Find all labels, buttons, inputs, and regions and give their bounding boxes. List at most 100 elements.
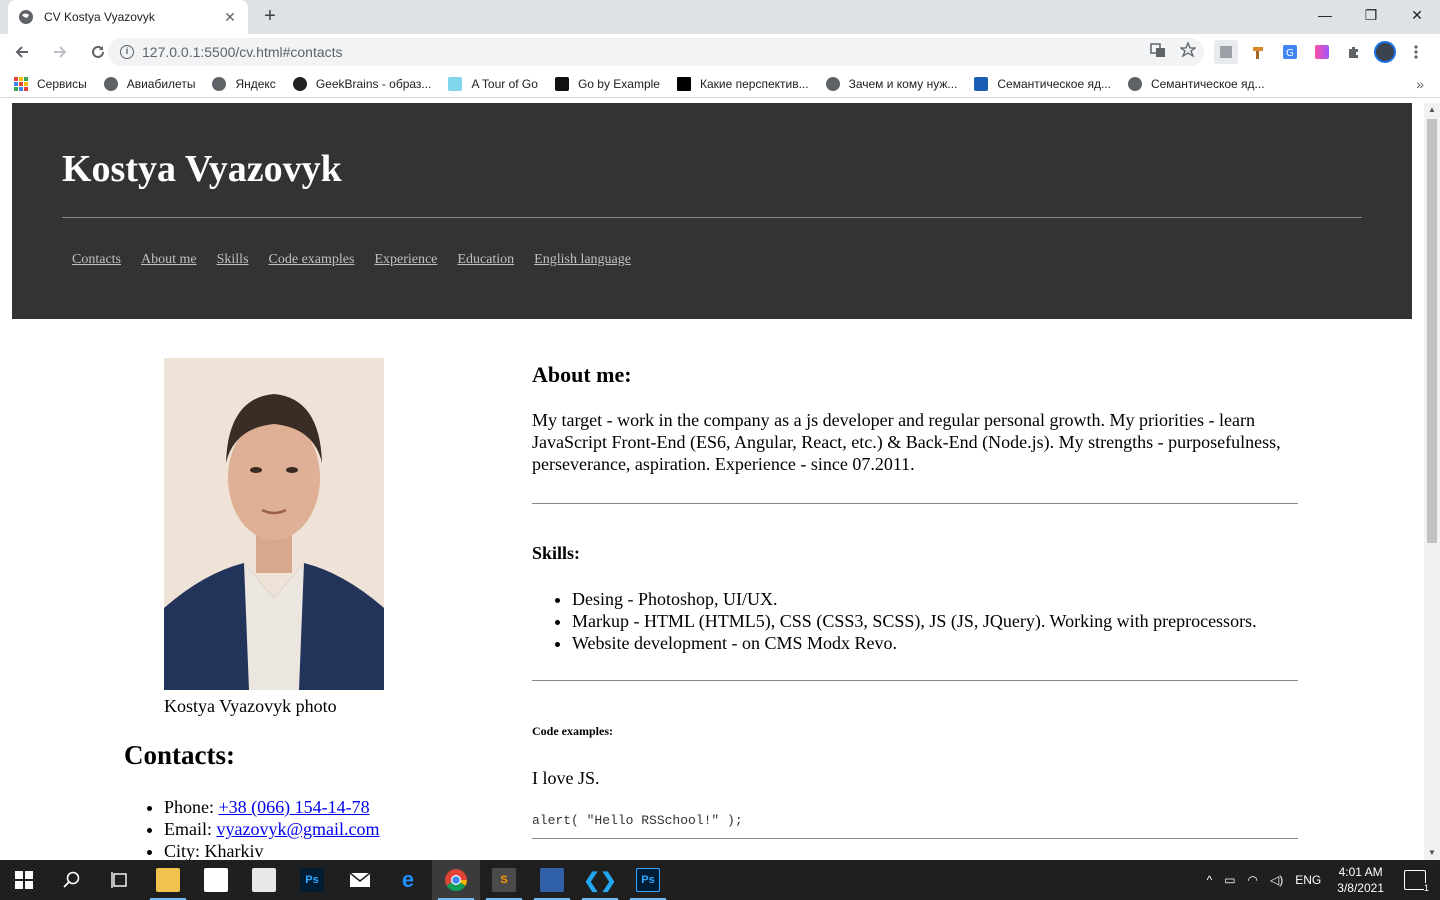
taskbar-mail[interactable] bbox=[336, 860, 384, 900]
apps-grid-icon bbox=[14, 76, 28, 91]
translate-icon[interactable] bbox=[1150, 42, 1166, 61]
taskbar-vscode[interactable]: ❮❯ bbox=[576, 860, 624, 900]
globe-icon bbox=[212, 76, 227, 91]
scroll-down-arrow-icon[interactable]: ▼ bbox=[1424, 846, 1440, 860]
globe-icon bbox=[18, 9, 34, 25]
photoshop-icon: Ps bbox=[636, 868, 660, 892]
taskbar-edge[interactable]: e bbox=[384, 860, 432, 900]
list-item: Email: vyazovyk@gmail.com bbox=[164, 818, 380, 840]
nav-link-skills[interactable]: Skills bbox=[217, 252, 249, 268]
nav-link-english[interactable]: English language bbox=[534, 252, 631, 268]
minimize-button[interactable]: — bbox=[1302, 0, 1348, 30]
close-window-button[interactable]: ✕ bbox=[1394, 0, 1440, 30]
tray-wifi-icon[interactable]: ◠ bbox=[1248, 873, 1258, 887]
tab-close-icon[interactable]: ✕ bbox=[222, 9, 238, 26]
extensions-puzzle-icon[interactable] bbox=[1342, 40, 1366, 64]
page-scrollbar[interactable]: ▲ ▼ bbox=[1424, 103, 1440, 860]
extension-translate-icon[interactable]: G bbox=[1278, 40, 1302, 64]
window-controls: — ❐ ✕ bbox=[1302, 0, 1440, 30]
taskbar-store[interactable] bbox=[192, 860, 240, 900]
nav-link-education[interactable]: Education bbox=[457, 252, 514, 268]
taskbar-calculator[interactable] bbox=[240, 860, 288, 900]
profile-avatar[interactable] bbox=[1374, 41, 1396, 63]
edge-icon: e bbox=[401, 867, 415, 892]
scrollbar-thumb[interactable] bbox=[1427, 119, 1437, 543]
folder-icon bbox=[156, 868, 180, 892]
floppy-disk-icon bbox=[540, 868, 564, 892]
list-item: City: Kharkiv bbox=[164, 840, 380, 860]
dou-icon bbox=[676, 76, 691, 91]
back-button[interactable] bbox=[6, 36, 38, 68]
nav-link-experience[interactable]: Experience bbox=[374, 252, 437, 268]
skills-heading: Skills: bbox=[532, 543, 581, 563]
address-bar[interactable]: i 127.0.0.1:5500/cv.html#contacts bbox=[108, 38, 1204, 66]
start-button[interactable] bbox=[0, 860, 48, 900]
new-tab-button[interactable]: + bbox=[258, 5, 282, 29]
city-label: City: bbox=[164, 841, 205, 860]
taskbar-photoshop-1[interactable]: Ps bbox=[288, 860, 336, 900]
tray-clock[interactable]: 4:01 AM 3/8/2021 bbox=[1337, 864, 1384, 896]
tray-volume-icon[interactable]: ◁) bbox=[1270, 873, 1283, 887]
search-button[interactable] bbox=[48, 860, 96, 900]
bookmarks-more-button[interactable]: » bbox=[1416, 76, 1424, 92]
contacts-list: Phone: +38 (066) 154-14-78 Email: vyazov… bbox=[164, 796, 380, 860]
forward-button[interactable] bbox=[44, 36, 76, 68]
extension-color-icon[interactable] bbox=[1310, 40, 1334, 64]
taskbar-chrome[interactable] bbox=[432, 860, 480, 900]
phone-link[interactable]: +38 (066) 154-14-78 bbox=[219, 797, 370, 817]
notifications-icon[interactable]: 1 bbox=[1404, 870, 1429, 893]
task-view-button[interactable] bbox=[96, 860, 144, 900]
store-bag-icon bbox=[204, 868, 228, 892]
sublime-icon: S bbox=[492, 868, 516, 892]
tray-language[interactable]: ENG bbox=[1295, 873, 1321, 887]
chrome-icon bbox=[445, 869, 467, 891]
bookmark-label: Сервисы bbox=[37, 76, 87, 91]
extension-screenshot-icon[interactable] bbox=[1214, 40, 1238, 64]
taskbar-save-app[interactable] bbox=[528, 860, 576, 900]
bookmark-item[interactable]: GeekBrains - образ... bbox=[292, 76, 431, 91]
bookmark-star-icon[interactable] bbox=[1179, 41, 1197, 61]
bookmark-item[interactable]: Зачем и кому нуж... bbox=[825, 76, 957, 91]
site-info-icon[interactable]: i bbox=[120, 45, 134, 59]
page-header: Kostya Vyazovyk Contacts About me Skills… bbox=[12, 103, 1412, 319]
skills-list: Desing - Photoshop, UI/UX. Markup - HTML… bbox=[572, 588, 1257, 654]
bookmark-label: Семантическое яд... bbox=[1150, 76, 1265, 91]
tray-battery-icon[interactable]: ▭ bbox=[1224, 873, 1235, 887]
nav-link-about-me[interactable]: About me bbox=[141, 252, 197, 268]
taskbar-explorer[interactable] bbox=[144, 860, 192, 900]
svg-text:G: G bbox=[1286, 48, 1294, 59]
bookmark-item[interactable]: Семантическое яд... bbox=[974, 76, 1111, 91]
page-nav: Contacts About me Skills Code examples E… bbox=[72, 252, 631, 268]
bookmark-label: A Tour of Go bbox=[471, 76, 538, 91]
bookmark-item[interactable]: Семантическое яд... bbox=[1127, 76, 1265, 91]
extension-hammer-icon[interactable] bbox=[1246, 40, 1270, 64]
url-text[interactable]: 127.0.0.1:5500/cv.html#contacts bbox=[142, 44, 343, 60]
bookmark-item[interactable]: Яндекс bbox=[212, 76, 276, 91]
globe-icon bbox=[1127, 76, 1142, 91]
bookmark-item[interactable]: A Tour of Go bbox=[448, 76, 538, 91]
bookmark-item[interactable]: Какие перспектив... bbox=[676, 76, 809, 91]
section-divider bbox=[532, 680, 1298, 681]
phone-label: Phone: bbox=[164, 797, 219, 817]
restore-button[interactable]: ❐ bbox=[1348, 0, 1394, 30]
taskbar-photoshop-2[interactable]: Ps bbox=[624, 860, 672, 900]
bookmark-item[interactable]: Go by Example bbox=[554, 76, 660, 91]
nav-link-contacts[interactable]: Contacts bbox=[72, 252, 121, 268]
bookmark-item[interactable]: Авиабилеты bbox=[103, 76, 195, 91]
section-divider bbox=[532, 503, 1298, 504]
search-icon bbox=[63, 871, 80, 888]
task-view-icon bbox=[111, 872, 127, 888]
scroll-up-arrow-icon[interactable]: ▲ bbox=[1424, 103, 1440, 117]
menu-kebab-icon[interactable] bbox=[1404, 40, 1428, 64]
about-heading: About me: bbox=[532, 362, 632, 387]
forward-arrow-icon bbox=[54, 46, 67, 58]
windows-taskbar: Ps e S ❮❯ Ps ^ ▭ ◠ ◁) ENG 4:01 AM 3/8/20… bbox=[0, 860, 1440, 900]
list-item: Website development - on CMS Modx Revo. bbox=[572, 632, 1257, 654]
nav-link-code-examples[interactable]: Code examples bbox=[269, 252, 355, 268]
list-item: Phone: +38 (066) 154-14-78 bbox=[164, 796, 380, 818]
taskbar-sublime[interactable]: S bbox=[480, 860, 528, 900]
tray-chevron-up-icon[interactable]: ^ bbox=[1207, 873, 1213, 887]
email-link[interactable]: vyazovyk@gmail.com bbox=[217, 819, 380, 839]
bookmark-item[interactable]: Сервисы bbox=[14, 76, 87, 91]
browser-tab[interactable]: CV Kostya Vyazovyk ✕ bbox=[8, 0, 248, 34]
